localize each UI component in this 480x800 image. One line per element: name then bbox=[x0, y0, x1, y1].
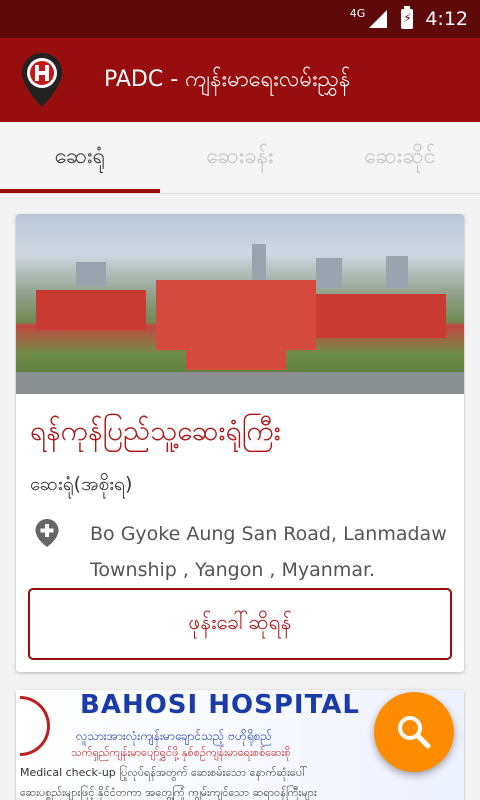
battery-icon: ⚡ bbox=[401, 6, 414, 29]
hospital-photo bbox=[16, 214, 464, 394]
call-button[interactable]: ဖုန်းခေါ်ဆိုရန် bbox=[28, 588, 452, 660]
app-title: PADC - ကျန်းမာရေးလမ်းညွှန် bbox=[104, 66, 351, 92]
address-row: Bo Gyoke Aung San Road, Lanmadaw Townshi… bbox=[16, 500, 464, 588]
hospital-type: ဆေးရုံ(အစိုးရ) bbox=[30, 473, 133, 495]
hospital-address: Bo Gyoke Aung San Road, Lanmadaw Townshi… bbox=[90, 523, 447, 581]
app-logo-icon bbox=[20, 51, 64, 109]
banner-line-4: ဆေးပစ္စည်းများဖြင့် နိုင်ငံတကာ အတွေ့ကြုံ… bbox=[20, 786, 317, 799]
clock: 4:12 bbox=[425, 8, 468, 30]
hospital-name: ရန်ကုန်ပြည်သူ့ဆေးရုံကြီး bbox=[30, 414, 281, 447]
tab-pharmacy[interactable]: ဆေးဆိုင် bbox=[320, 122, 480, 193]
tab-clinic[interactable]: ဆေးခန်း bbox=[160, 122, 320, 193]
banner-line-3: Medical check-up ပြုလုပ်ရန်အတွက် ဆေးစမ်း… bbox=[20, 766, 308, 779]
hospital-seal-icon bbox=[20, 696, 50, 756]
hospital-card[interactable]: ရန်ကုန်ပြည်သူ့ဆေးရုံကြီး ဆေးရုံ(အစိုးရ) … bbox=[16, 214, 464, 672]
location-pin-icon bbox=[34, 518, 60, 548]
signal-icon bbox=[369, 10, 388, 28]
search-fab[interactable] bbox=[374, 692, 454, 772]
search-icon bbox=[398, 716, 431, 749]
network-type: 4G bbox=[349, 6, 366, 20]
app-bar: PADC - ကျန်းမာရေးလမ်းညွှန် bbox=[0, 38, 480, 122]
status-bar: 4G ⚡ 4:12 bbox=[0, 0, 480, 38]
banner-line-2: သက်ရှည်ကျန်းမာပျော်ရွှင်ဖို့ နှစ်စဉ်ကျန်… bbox=[71, 746, 291, 759]
banner-title: BAHOSI HOSPITAL bbox=[80, 690, 360, 720]
banner-line-1: လူသားအားလုံးကျန်းမာချောင်သည့် ဗဟိုရိုစည် bbox=[76, 729, 272, 743]
tab-bar: ဆေးရုံ ဆေးခန်း ဆေးဆိုင် bbox=[0, 122, 480, 194]
tab-hospital[interactable]: ဆေးရုံ bbox=[0, 122, 160, 193]
